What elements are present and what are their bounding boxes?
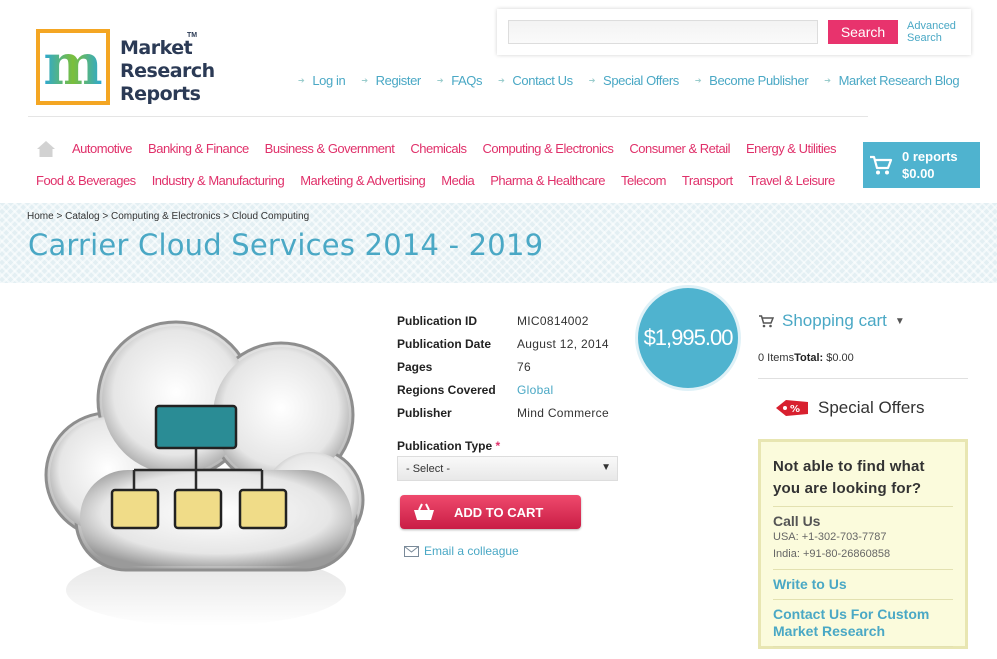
region-link[interactable]: Global: [517, 383, 554, 397]
detail-row: Publication ID MIC0814002: [397, 313, 589, 328]
tag-icon: %: [776, 400, 808, 416]
arrow-icon: ➔: [824, 76, 831, 85]
product-image: [44, 320, 365, 626]
category-business-government[interactable]: Business & Government: [265, 141, 395, 158]
help-box: Not able to find what you are looking fo…: [758, 439, 968, 649]
category-nav-row-1: Automotive Banking & Finance Business & …: [36, 141, 852, 158]
category-automotive[interactable]: Automotive: [72, 141, 133, 158]
shopping-cart-header[interactable]: Shopping cart ▼: [758, 311, 905, 331]
category-travel-leisure[interactable]: Travel & Leisure: [749, 173, 836, 188]
toplink-special-offers[interactable]: ➔ Special Offers: [588, 73, 680, 88]
page: m Market Research Reports TM Search Adva…: [0, 0, 997, 659]
category-telecom[interactable]: Telecom: [621, 173, 666, 188]
arrow-icon: ➔: [588, 76, 596, 85]
envelope-icon: [404, 545, 419, 557]
toplink-register[interactable]: ➔ Register: [361, 73, 421, 88]
search-button[interactable]: Search: [828, 20, 898, 44]
divider: [773, 646, 953, 647]
divider: [773, 569, 953, 570]
header-divider: [28, 116, 868, 117]
logo-trademark: TM: [187, 32, 198, 39]
breadcrumb-home[interactable]: Home: [27, 211, 54, 222]
svg-text:%: %: [790, 404, 800, 415]
arrow-icon: ➔: [436, 76, 444, 85]
special-offers-link[interactable]: % Special Offers: [772, 397, 924, 419]
toplink-login[interactable]: ➔ Log in: [298, 73, 346, 88]
caret-down-icon: ▼: [601, 462, 611, 473]
breadcrumb-cloud[interactable]: Cloud Computing: [232, 211, 309, 222]
category-energy-utilities[interactable]: Energy & Utilities: [746, 141, 836, 158]
toplink-become-publisher[interactable]: ➔ Become Publisher: [694, 73, 809, 88]
breadcrumb-catalog[interactable]: Catalog: [65, 211, 99, 222]
sidebar-divider: [758, 378, 968, 379]
category-pharma-healthcare[interactable]: Pharma & Healthcare: [490, 173, 605, 188]
divider: [773, 506, 953, 507]
page-title: Carrier Cloud Services 2014 - 2019: [28, 228, 544, 262]
breadcrumb-computing[interactable]: Computing & Electronics: [111, 211, 221, 222]
detail-row: Pages 76: [397, 359, 531, 374]
toplink-faqs[interactable]: ➔ FAQs: [436, 73, 483, 88]
category-nav-row-2: Food & Beverages Industry & Manufacturin…: [36, 173, 851, 188]
basket-icon: [414, 503, 434, 520]
call-us-heading: Call Us: [773, 513, 821, 529]
price-badge: $1,995.00: [638, 288, 738, 388]
detail-row: Publisher Mind Commerce: [397, 405, 609, 420]
add-to-cart-button[interactable]: ADD TO CART: [400, 495, 581, 529]
top-links: ➔ Log in ➔ Register ➔ FAQs ➔ Contact Us ➔ Spe…: [298, 73, 960, 88]
shopping-cart-info: 0 ItemsTotal: $0.00: [758, 352, 854, 364]
divider: [773, 599, 953, 600]
help-question: Not able to find what you are looking fo…: [773, 458, 925, 497]
phone-usa: USA: +1-302-703-7787: [773, 531, 887, 543]
search-panel: Search Advanced Search: [497, 9, 971, 55]
title-banner: Home > Catalog > Computing & Electronics…: [0, 203, 997, 283]
cart-icon: [870, 155, 893, 175]
publication-details: Publication ID MIC0814002 Publication Dat…: [397, 309, 609, 424]
category-industry-manufacturing[interactable]: Industry & Manufacturing: [152, 173, 285, 188]
phone-india: India: +91-80-26860858: [773, 548, 891, 560]
advanced-search-link[interactable]: Advanced Search: [907, 20, 967, 44]
arrow-icon: ➔: [298, 76, 305, 85]
logo-wordmark: Market Research Reports: [120, 37, 215, 105]
category-computing-electronics[interactable]: Computing & Electronics: [483, 141, 614, 158]
cart-summary: 0 reports $0.00: [902, 148, 958, 182]
arrow-icon: ➔: [498, 76, 505, 85]
cart-total: $0.00: [902, 166, 935, 181]
search-input[interactable]: [508, 20, 818, 44]
category-consumer-retail[interactable]: Consumer & Retail: [629, 141, 730, 158]
chevron-down-icon: ▼: [894, 315, 905, 327]
toplink-blog[interactable]: ➔ Market Research Blog: [824, 73, 959, 88]
detail-row: Regions Covered Global: [397, 382, 554, 397]
site-logo[interactable]: m Market Research Reports TM: [36, 29, 216, 107]
category-transport[interactable]: Transport: [682, 173, 733, 188]
breadcrumb: Home > Catalog > Computing & Electronics…: [27, 211, 310, 222]
header-cart[interactable]: 0 reports $0.00: [863, 142, 980, 188]
category-chemicals[interactable]: Chemicals: [410, 141, 467, 158]
arrow-icon: ➔: [361, 76, 368, 85]
detail-row: Publication Date August 12, 2014: [397, 336, 609, 351]
category-banking-finance[interactable]: Banking & Finance: [148, 141, 249, 158]
toplink-contact[interactable]: ➔ Contact Us: [498, 73, 573, 88]
publication-type-label: Publication Type *: [397, 439, 501, 453]
write-to-us-link[interactable]: Write to Us: [773, 576, 953, 593]
publication-type-select[interactable]: - Select - ▼: [397, 456, 618, 481]
logo-mark: m: [36, 29, 110, 105]
cart-reports: 0 reports: [902, 149, 958, 164]
arrow-icon: ➔: [694, 76, 702, 85]
category-food-beverages[interactable]: Food & Beverages: [36, 173, 136, 188]
category-marketing-advertising[interactable]: Marketing & Advertising: [300, 173, 426, 188]
shopping-cart-icon: [759, 315, 774, 328]
email-colleague-link[interactable]: Email a colleague: [404, 544, 519, 558]
custom-research-link[interactable]: Contact Us For Custom Market Research: [773, 606, 953, 640]
home-icon[interactable]: [36, 140, 56, 158]
category-media[interactable]: Media: [441, 173, 474, 188]
